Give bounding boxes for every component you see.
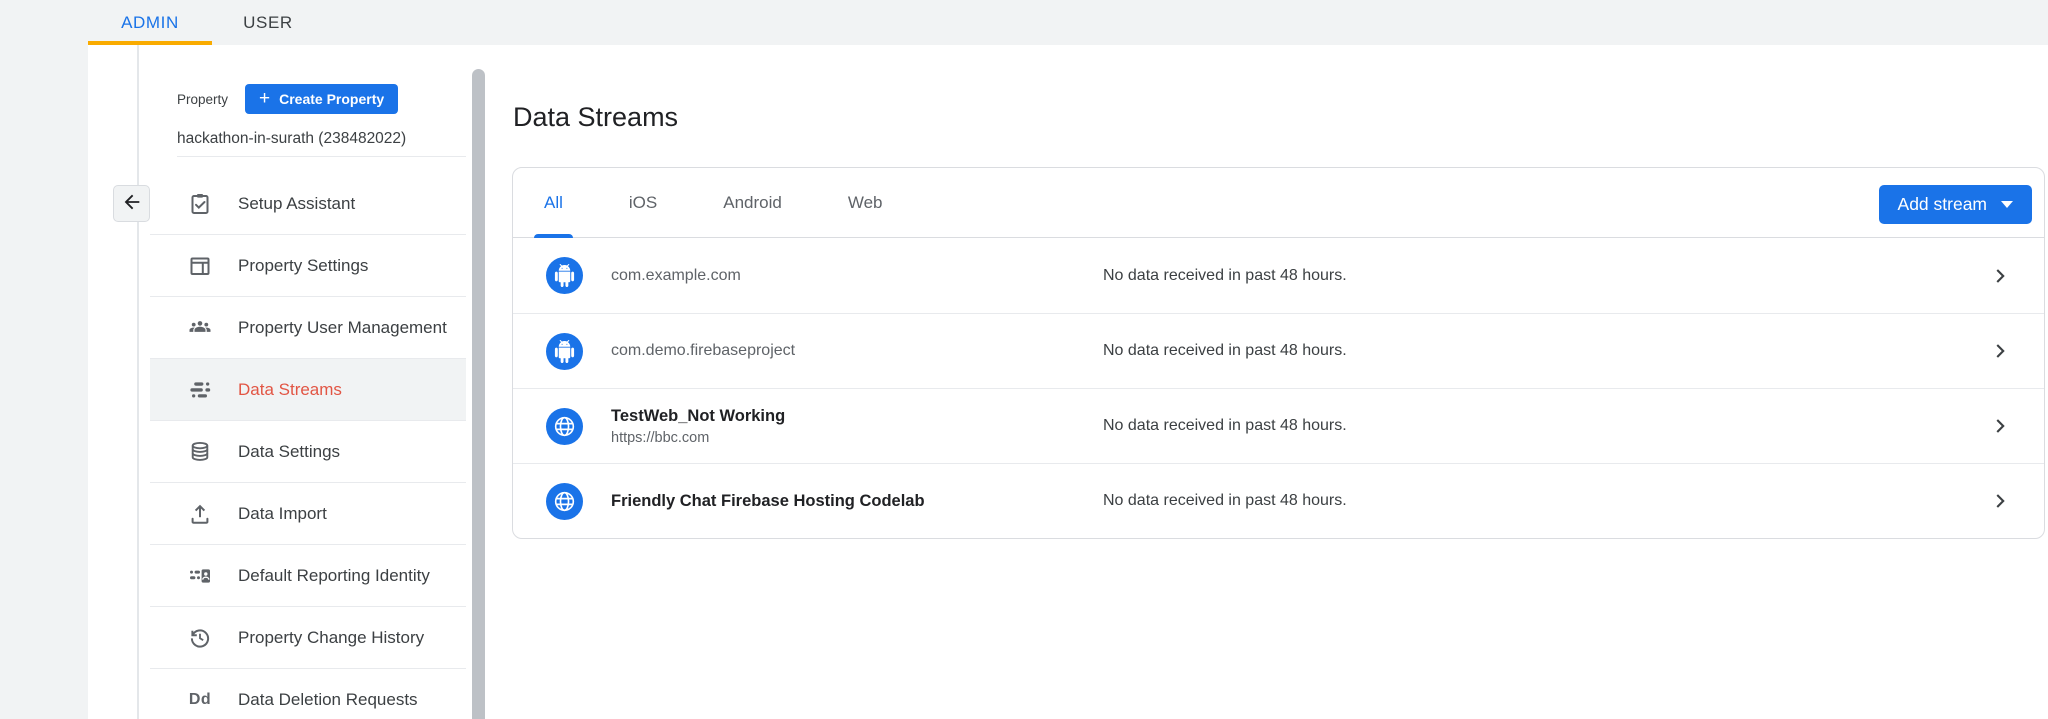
identity-icon — [188, 564, 212, 588]
sidebar-border — [137, 45, 139, 719]
chevron-right-icon[interactable] — [1989, 490, 2011, 512]
add-stream-label: Add stream — [1898, 194, 1987, 215]
tab-all[interactable]: All — [544, 168, 563, 238]
sidebar-item-data-settings[interactable]: Data Settings — [150, 421, 466, 483]
stream-row-com-example-com[interactable]: com.example.com No data received in past … — [513, 238, 2044, 313]
stream-type-tabbar: All iOS Android Web — [513, 168, 2044, 238]
sidebar-item-data-import[interactable]: Data Import — [150, 483, 466, 545]
add-stream-button[interactable]: Add stream — [1879, 185, 2032, 224]
sidebar-item-label: Data Settings — [238, 442, 340, 462]
sidebar-item-label: Property Settings — [238, 256, 368, 276]
caret-down-icon — [2001, 201, 2013, 208]
create-property-label: Create Property — [279, 91, 384, 107]
sidebar-item-label: Data Deletion Requests — [238, 690, 418, 710]
android-stream-icon — [546, 257, 583, 294]
sidebar-item-label: Property User Management — [238, 318, 447, 338]
dd-icon: Dd — [188, 688, 212, 712]
tab-admin[interactable]: ADMIN — [88, 0, 212, 45]
page-title: Data Streams — [513, 102, 678, 133]
users-icon — [188, 316, 212, 340]
stream-list: com.example.com No data received in past … — [513, 238, 2044, 538]
property-name: hackathon-in-surath (238482022) — [177, 130, 406, 148]
stream-status: No data received in past 48 hours. — [1103, 492, 1347, 510]
sidebar-scrollbar-thumb[interactable] — [472, 69, 485, 719]
property-sidebar: Property + Create Property hackathon-in-… — [137, 45, 470, 719]
chevron-right-icon[interactable] — [1989, 265, 2011, 287]
sidebar-item-label: Data Import — [238, 504, 327, 524]
sidebar-item-data-streams[interactable]: Data Streams — [150, 359, 466, 421]
tab-web[interactable]: Web — [848, 168, 883, 238]
data-streams-card: All iOS Android Web Add stream com.example.… — [512, 167, 2045, 539]
stream-text: Friendly Chat Firebase Hosting Codelab — [611, 492, 925, 511]
stream-text: TestWeb_Not Working https://bbc.com — [611, 407, 785, 446]
tab-user[interactable]: USER — [212, 0, 324, 45]
stream-text: com.example.com — [611, 267, 741, 285]
property-divider — [177, 156, 466, 157]
tab-user-label: USER — [243, 13, 293, 33]
sidebar-item-property-change-history[interactable]: Property Change History — [150, 607, 466, 669]
sidebar-nav: Setup Assistant Property Settings Property… — [150, 173, 466, 719]
data-streams-icon — [188, 378, 212, 402]
plus-icon: + — [259, 89, 270, 108]
back-arrow-icon — [121, 191, 143, 216]
create-property-button[interactable]: + Create Property — [245, 84, 398, 114]
stream-name: com.example.com — [611, 267, 741, 285]
tab-ios[interactable]: iOS — [629, 168, 657, 238]
collapse-sidebar-button[interactable] — [113, 185, 150, 222]
stream-status: No data received in past 48 hours. — [1103, 417, 1347, 435]
android-stream-icon — [546, 333, 583, 370]
sidebar-item-data-deletion-requests[interactable]: Dd Data Deletion Requests — [150, 669, 466, 719]
sidebar-item-setup-assistant[interactable]: Setup Assistant — [150, 173, 466, 235]
setup-assistant-icon — [188, 192, 212, 216]
active-tab-underline — [88, 41, 212, 45]
tab-android[interactable]: Android — [723, 168, 782, 238]
stream-name: com.demo.firebaseproject — [611, 342, 795, 360]
stream-text: com.demo.firebaseproject — [611, 342, 795, 360]
stream-row-friendly-chat-firebase-hosting-codelab[interactable]: Friendly Chat Firebase Hosting Codelab No… — [513, 463, 2044, 538]
sidebar-item-property-settings[interactable]: Property Settings — [150, 235, 466, 297]
upload-icon — [188, 502, 212, 526]
chevron-right-icon[interactable] — [1989, 340, 2011, 362]
top-tab-bar: ADMIN USER — [0, 0, 2048, 45]
stream-name: TestWeb_Not Working — [611, 407, 785, 426]
stream-row-testweb-not-working[interactable]: TestWeb_Not Working https://bbc.com No dat… — [513, 388, 2044, 463]
sidebar-item-label: Property Change History — [238, 628, 424, 648]
chevron-right-icon[interactable] — [1989, 415, 2011, 437]
tab-admin-label: ADMIN — [121, 13, 179, 33]
web-stream-icon — [546, 483, 583, 520]
sidebar-item-label: Setup Assistant — [238, 194, 355, 214]
property-section-label: Property — [177, 92, 228, 107]
stream-url: https://bbc.com — [611, 430, 785, 446]
stream-status: No data received in past 48 hours. — [1103, 342, 1347, 360]
sidebar-item-property-user-management[interactable]: Property User Management — [150, 297, 466, 359]
stream-name: Friendly Chat Firebase Hosting Codelab — [611, 492, 925, 511]
sidebar-item-label: Data Streams — [238, 380, 342, 400]
database-icon — [188, 440, 212, 464]
sidebar-item-label: Default Reporting Identity — [238, 566, 430, 586]
sidebar-item-default-reporting-identity[interactable]: Default Reporting Identity — [150, 545, 466, 607]
stream-row-com-demo-firebaseproject[interactable]: com.demo.firebaseproject No data received… — [513, 313, 2044, 388]
stream-status: No data received in past 48 hours. — [1103, 267, 1347, 285]
web-stream-icon — [546, 408, 583, 445]
history-icon — [188, 626, 212, 650]
left-gutter — [0, 0, 88, 719]
property-settings-icon — [188, 254, 212, 278]
